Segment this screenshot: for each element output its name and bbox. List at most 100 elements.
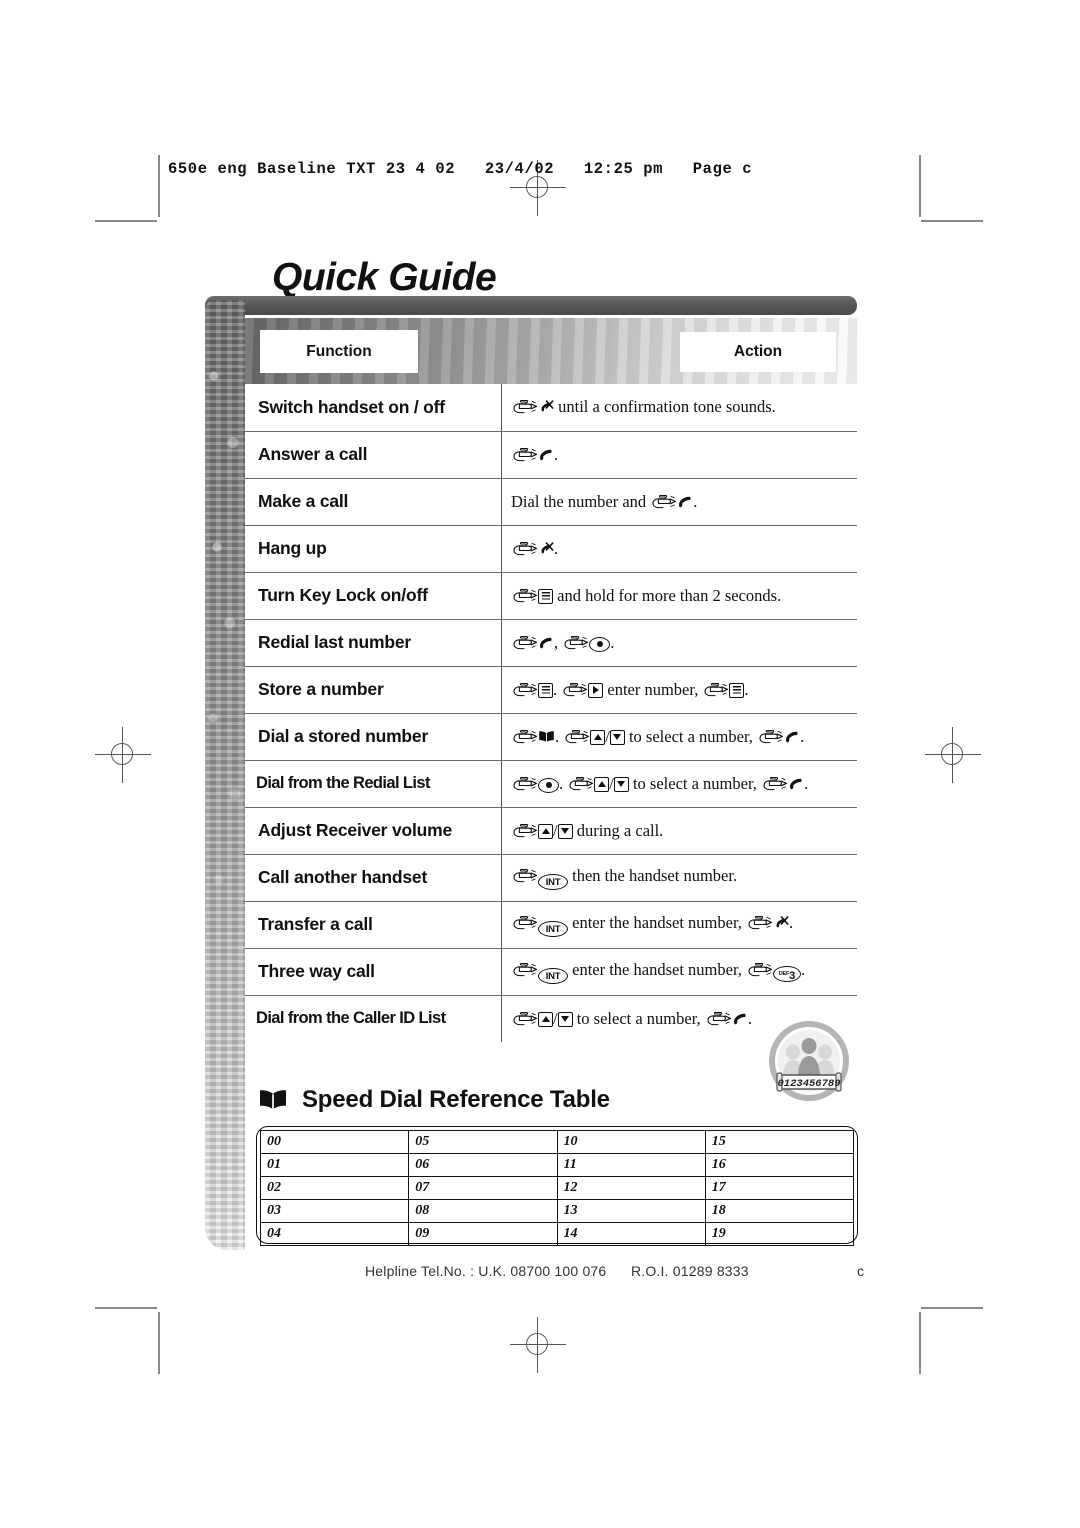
speed-dial-cell[interactable]: 19 bbox=[704, 1222, 855, 1246]
speed-dial-cell[interactable]: 04 bbox=[259, 1222, 410, 1246]
speed-dial-cell[interactable]: 02 bbox=[259, 1176, 410, 1200]
speed-dial-cell[interactable]: 07 bbox=[408, 1176, 558, 1200]
pointing-hand-icon bbox=[569, 776, 594, 790]
row-function-label: Hang up bbox=[245, 525, 502, 573]
phonebook-key-icon bbox=[538, 730, 555, 743]
pointing-hand-icon bbox=[513, 823, 537, 837]
pointing-hand-icon bbox=[748, 962, 773, 976]
speed-dial-cell[interactable]: 11 bbox=[556, 1153, 706, 1177]
speed-dial-cell[interactable]: 12 bbox=[556, 1176, 706, 1200]
key-separator: / bbox=[553, 820, 558, 840]
action-text: . bbox=[555, 726, 560, 746]
action-text: to select a number, bbox=[628, 726, 753, 746]
down-arrow-key-icon bbox=[557, 1011, 573, 1027]
phone-talk-icon bbox=[679, 496, 691, 507]
down-arrow-key-icon bbox=[557, 823, 573, 839]
table-row: Store a number . enter number, . bbox=[245, 666, 857, 714]
speed-dial-cell[interactable]: 06 bbox=[408, 1153, 558, 1177]
table-row: Redial last number , . bbox=[245, 619, 857, 667]
table-row: Dial from the Caller ID List / to select… bbox=[245, 995, 857, 1042]
pointing-hand-icon bbox=[563, 682, 588, 696]
action-text: . bbox=[801, 959, 806, 979]
decorative-left-strip bbox=[205, 300, 245, 1250]
pointing-hand-icon bbox=[564, 635, 589, 649]
action-text: to select a number, bbox=[576, 1008, 701, 1028]
row-function-label: Switch handset on / off bbox=[245, 384, 502, 432]
phone-talk-icon bbox=[540, 449, 552, 460]
column-header-action-label: Action bbox=[733, 343, 783, 360]
up-arrow-key-icon bbox=[538, 1011, 553, 1027]
table-row: Adjust Receiver volume / during a call. bbox=[245, 807, 857, 855]
pointing-hand-icon bbox=[513, 447, 537, 461]
speed-dial-cell[interactable]: 17 bbox=[704, 1176, 855, 1200]
row-action-cell: INT then the handset number. bbox=[501, 854, 857, 902]
pointing-hand-icon bbox=[513, 682, 537, 696]
action-text: and hold for more than 2 seconds. bbox=[557, 585, 782, 605]
redial-key-icon bbox=[538, 777, 559, 793]
speed-dial-table-wrapper: 00 05 10 15 01 06 11 16 02 07 12 17 03 0… bbox=[256, 1126, 858, 1246]
speed-dial-cell[interactable]: 10 bbox=[556, 1130, 706, 1154]
speed-dial-cell[interactable]: 18 bbox=[704, 1199, 855, 1223]
column-header-function-label: Function bbox=[306, 342, 372, 360]
speed-dial-cell[interactable]: 00 bbox=[259, 1130, 410, 1154]
phone-hangup-icon bbox=[540, 541, 554, 554]
row-action-cell: INT enter the handset number, . bbox=[501, 901, 857, 949]
row-action-cell: . bbox=[501, 431, 857, 479]
header-bar bbox=[205, 296, 857, 315]
row-action-cell: / during a call. bbox=[501, 807, 857, 855]
action-text: . bbox=[610, 632, 615, 652]
pointing-hand-icon bbox=[513, 588, 537, 602]
speed-dial-cell[interactable]: 14 bbox=[556, 1222, 706, 1246]
pointing-hand-icon bbox=[652, 494, 677, 508]
action-text: . bbox=[789, 912, 794, 932]
up-arrow-key-icon bbox=[590, 729, 606, 745]
row-action-cell: . / to select a number, . bbox=[501, 713, 857, 761]
speed-dial-cell[interactable]: 01 bbox=[259, 1153, 410, 1177]
pointing-hand-icon bbox=[707, 1011, 731, 1025]
phonebook-icon bbox=[259, 1088, 287, 1110]
speed-dial-heading: Speed Dial Reference Table bbox=[258, 1086, 610, 1114]
row-action-cell: INT enter the handset number, DEF3. bbox=[501, 948, 857, 996]
row-function-label: Call another handset bbox=[245, 854, 502, 902]
action-text: during a call. bbox=[576, 820, 664, 840]
int-key-icon: INT bbox=[538, 873, 568, 890]
up-arrow-key-icon bbox=[538, 823, 553, 839]
speed-dial-table: 00 05 10 15 01 06 11 16 02 07 12 17 03 0… bbox=[259, 1130, 855, 1246]
speed-dial-cell[interactable]: 09 bbox=[408, 1222, 558, 1246]
row-function-label: Turn Key Lock on/off bbox=[245, 572, 502, 620]
row-function-label: Answer a call bbox=[245, 431, 502, 479]
row-action-cell: until a confirmation tone sounds. bbox=[501, 384, 857, 432]
speed-dial-cell[interactable]: 16 bbox=[704, 1153, 855, 1177]
row-action-cell: , . bbox=[501, 619, 857, 667]
pointing-hand-icon bbox=[704, 682, 729, 696]
action-text: . bbox=[553, 679, 558, 699]
up-arrow-key-icon bbox=[594, 776, 610, 792]
speed-dial-cell[interactable]: 15 bbox=[704, 1130, 855, 1154]
action-text: . bbox=[693, 491, 698, 511]
speed-dial-cell[interactable]: 13 bbox=[556, 1199, 706, 1223]
phone-talk-icon bbox=[733, 1013, 746, 1025]
def3-key-superscript: DEF bbox=[778, 970, 790, 977]
speed-dial-cell[interactable]: 03 bbox=[259, 1199, 410, 1223]
row-action-cell: and hold for more than 2 seconds. bbox=[501, 572, 857, 620]
pointing-hand-icon bbox=[513, 1011, 537, 1025]
action-text: . bbox=[559, 773, 564, 793]
table-row: Call another handset INT then the handse… bbox=[245, 854, 857, 902]
pointing-hand-icon bbox=[513, 400, 537, 414]
column-header-action: Action bbox=[680, 332, 836, 372]
action-text: . bbox=[804, 773, 809, 793]
pointing-hand-icon bbox=[513, 729, 537, 743]
speed-dial-cell[interactable]: 08 bbox=[408, 1199, 558, 1223]
table-row: Switch handset on / off until a confirma… bbox=[245, 384, 857, 432]
menu-key-icon bbox=[538, 588, 553, 604]
speed-dial-row: 00 05 10 15 bbox=[259, 1130, 855, 1154]
right-arrow-key-icon bbox=[588, 682, 604, 698]
row-function-label: Make a call bbox=[245, 478, 502, 526]
page-content: Quick Guide Function Action Switch hands… bbox=[0, 0, 1080, 1528]
speed-dial-cell[interactable]: 05 bbox=[408, 1130, 558, 1154]
row-function-label: Redial last number bbox=[245, 619, 502, 667]
def3-key-icon: DEF3 bbox=[773, 965, 802, 982]
phone-talk-icon bbox=[790, 778, 802, 789]
row-function-label: Dial from the Caller ID List bbox=[245, 995, 502, 1042]
pointing-hand-icon bbox=[513, 868, 537, 882]
